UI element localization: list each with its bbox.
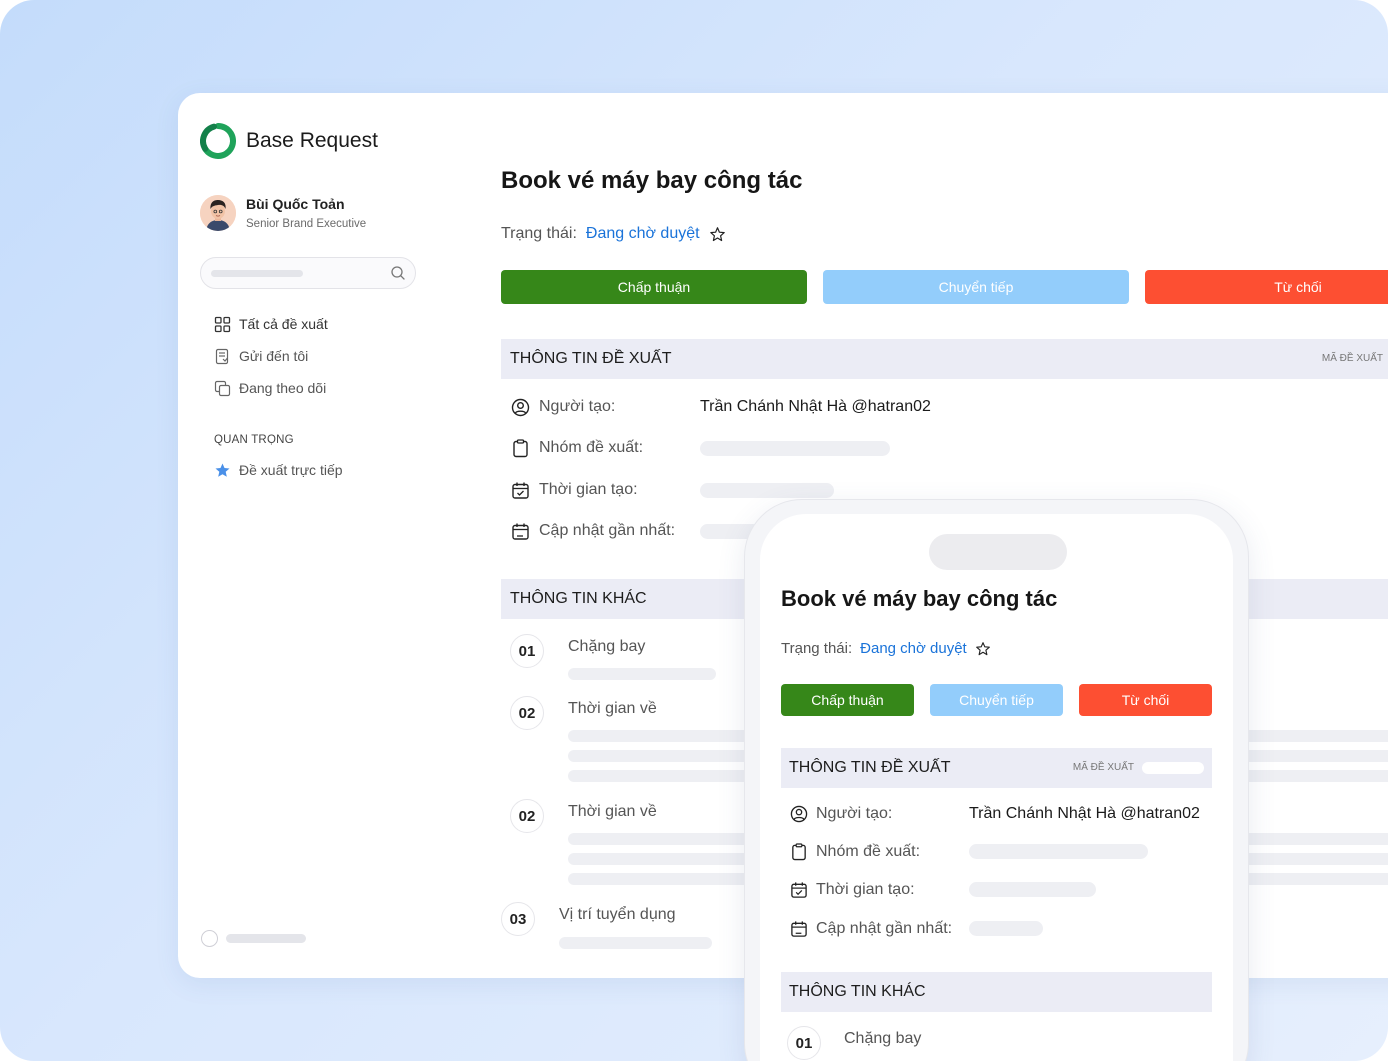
app-title: Base Request	[246, 129, 378, 152]
step-label: Chặng bay	[568, 638, 646, 655]
section-title: THÔNG TIN ĐỀ XUẤT	[510, 350, 672, 367]
step-number: 02	[510, 799, 544, 833]
info-label: Thời gian tạo:	[539, 481, 638, 498]
search-placeholder-bar	[211, 270, 303, 277]
step-label: Vị trí tuyển dụng	[559, 906, 676, 923]
sidebar-item-sent-to-me[interactable]: Gửi đến tôi	[214, 346, 308, 366]
calendar-check-icon	[512, 482, 529, 499]
approve-button[interactable]: Chấp thuận	[501, 270, 807, 304]
sidebar-item-label: Gửi đến tôi	[239, 348, 309, 364]
avatar-face-icon	[200, 195, 236, 231]
status-label: Trạng thái:	[781, 640, 853, 657]
created-time-placeholder	[700, 483, 834, 498]
clipboard-icon	[792, 843, 806, 861]
group-value-placeholder	[969, 844, 1148, 859]
info-label: Người tạo:	[539, 398, 616, 415]
step-placeholder-bar	[568, 668, 716, 680]
user-role: Senior Brand Executive	[246, 218, 367, 230]
status-row: Trạng thái: Đang chờ duyệt	[501, 225, 726, 243]
mobile-screen: Book vé máy bay công tác Trạng thái: Đan…	[760, 514, 1233, 1061]
mobile-page-title: Book vé máy bay công tác	[781, 586, 1058, 611]
user-name: Bùi Quốc Toản	[246, 196, 345, 212]
info-label: Nhóm đề xuất:	[816, 843, 921, 860]
forward-button[interactable]: Chuyển tiếp	[823, 270, 1129, 304]
status-label: Trạng thái:	[501, 225, 577, 242]
info-row-updated-time: Cập nhật gần nhất:	[511, 520, 675, 542]
star-icon	[215, 463, 230, 477]
step-number: 01	[510, 634, 544, 668]
status-badge[interactable]: Đang chờ duyệt	[586, 225, 700, 243]
footer-status-icon	[201, 930, 218, 947]
mobile-info-row-creator: Người tạo:	[790, 803, 892, 825]
sidebar-search-input[interactable]	[200, 257, 416, 289]
step-number: 02	[510, 696, 544, 730]
inbox-doc-icon	[215, 348, 229, 364]
avatar[interactable]	[200, 195, 236, 231]
sidebar-item-label: Đang theo dõi	[239, 380, 327, 396]
base-logo-icon	[200, 123, 236, 159]
mobile-info-row-updated-time: Cập nhật gần nhất:	[790, 918, 952, 940]
sidebar-item-direct-requests[interactable]: Đề xuất trực tiếp	[214, 460, 343, 480]
star-outline-icon[interactable]	[709, 226, 726, 243]
info-row-group: Nhóm đề xuất:	[511, 437, 643, 459]
calendar-check-icon	[791, 882, 807, 898]
group-value-placeholder	[700, 441, 890, 456]
updated-time-placeholder	[969, 921, 1043, 936]
sidebar-item-label: Đề xuất trực tiếp	[239, 462, 343, 478]
sidebar-item-label: Tất cả đề xuất	[239, 316, 328, 332]
mobile-info-row-group: Nhóm đề xuất:	[790, 841, 920, 863]
user-circle-icon	[511, 398, 530, 416]
mobile-info-row-created-time: Thời gian tạo:	[790, 879, 915, 901]
calendar-edit-icon	[791, 921, 807, 937]
section-title: THÔNG TIN KHÁC	[510, 590, 647, 607]
request-code-label: MÃ ĐỀ XUẤT	[1321, 353, 1383, 364]
mobile-creator-value[interactable]: Trần Chánh Nhật Hà @hatran02	[969, 805, 1200, 823]
step-number: 03	[501, 902, 535, 936]
mobile-forward-button[interactable]: Chuyển tiếp	[930, 684, 1063, 716]
request-code-label: MÃ ĐỀ XUẤT	[1072, 762, 1134, 773]
section-title: THÔNG TIN KHÁC	[789, 983, 926, 1000]
calendar-edit-icon	[512, 523, 529, 540]
info-label: Thời gian tạo:	[816, 881, 915, 898]
clipboard-icon	[513, 438, 528, 457]
info-label: Nhóm đề xuất:	[539, 439, 644, 456]
info-label: Người tạo:	[816, 805, 893, 822]
created-time-placeholder	[969, 882, 1096, 897]
star-outline-icon[interactable]	[975, 641, 991, 657]
section-title: THÔNG TIN ĐỀ XUẤT	[789, 759, 951, 776]
search-icon	[391, 266, 405, 280]
mobile-reject-button[interactable]: Từ chối	[1079, 684, 1212, 716]
section-header-request-info: THÔNG TIN ĐỀ XUẤT MÃ ĐỀ XUẤT	[501, 339, 1388, 379]
copy-icon	[214, 380, 231, 396]
step-number: 01	[787, 1026, 821, 1060]
user-circle-icon	[790, 805, 808, 823]
grid-icon	[214, 316, 231, 332]
mobile-approve-button[interactable]: Chấp thuận	[781, 684, 914, 716]
info-label: Cập nhật gần nhất:	[816, 920, 953, 937]
phone-notch	[929, 534, 1067, 570]
sidebar-section-label: QUAN TRỌNG	[214, 434, 294, 446]
sidebar-item-following[interactable]: Đang theo dõi	[214, 378, 326, 398]
step-label: Chặng bay	[844, 1030, 922, 1047]
step-label: Thời gian về	[568, 700, 657, 717]
mobile-device-frame: Book vé máy bay công tác Trạng thái: Đan…	[744, 499, 1249, 1061]
mobile-status-row: Trạng thái: Đang chờ duyệt	[781, 640, 991, 657]
mobile-section-header-request-info: THÔNG TIN ĐỀ XUẤT MÃ ĐỀ XUẤT	[781, 748, 1212, 788]
footer-placeholder-bar	[226, 934, 306, 943]
page-title: Book vé máy bay công tác	[501, 167, 803, 194]
info-row-creator: Người tạo:	[511, 396, 615, 418]
step-label: Thời gian về	[568, 803, 657, 820]
background-stage: Base Request Bùi Quốc Toản Senior Brand …	[0, 0, 1388, 1061]
info-row-created-time: Thời gian tạo:	[511, 479, 638, 501]
step-placeholder-bar	[559, 937, 712, 949]
request-code-value	[1142, 762, 1204, 774]
creator-value[interactable]: Trần Chánh Nhật Hà @hatran02	[700, 398, 931, 416]
info-label: Cập nhật gần nhất:	[539, 522, 676, 539]
mobile-section-header-other-info: THÔNG TIN KHÁC	[781, 972, 1212, 1012]
sidebar-item-all-requests[interactable]: Tất cả đề xuất	[214, 314, 328, 334]
reject-button[interactable]: Từ chối	[1145, 270, 1388, 304]
mobile-status-badge[interactable]: Đang chờ duyệt	[860, 640, 967, 657]
